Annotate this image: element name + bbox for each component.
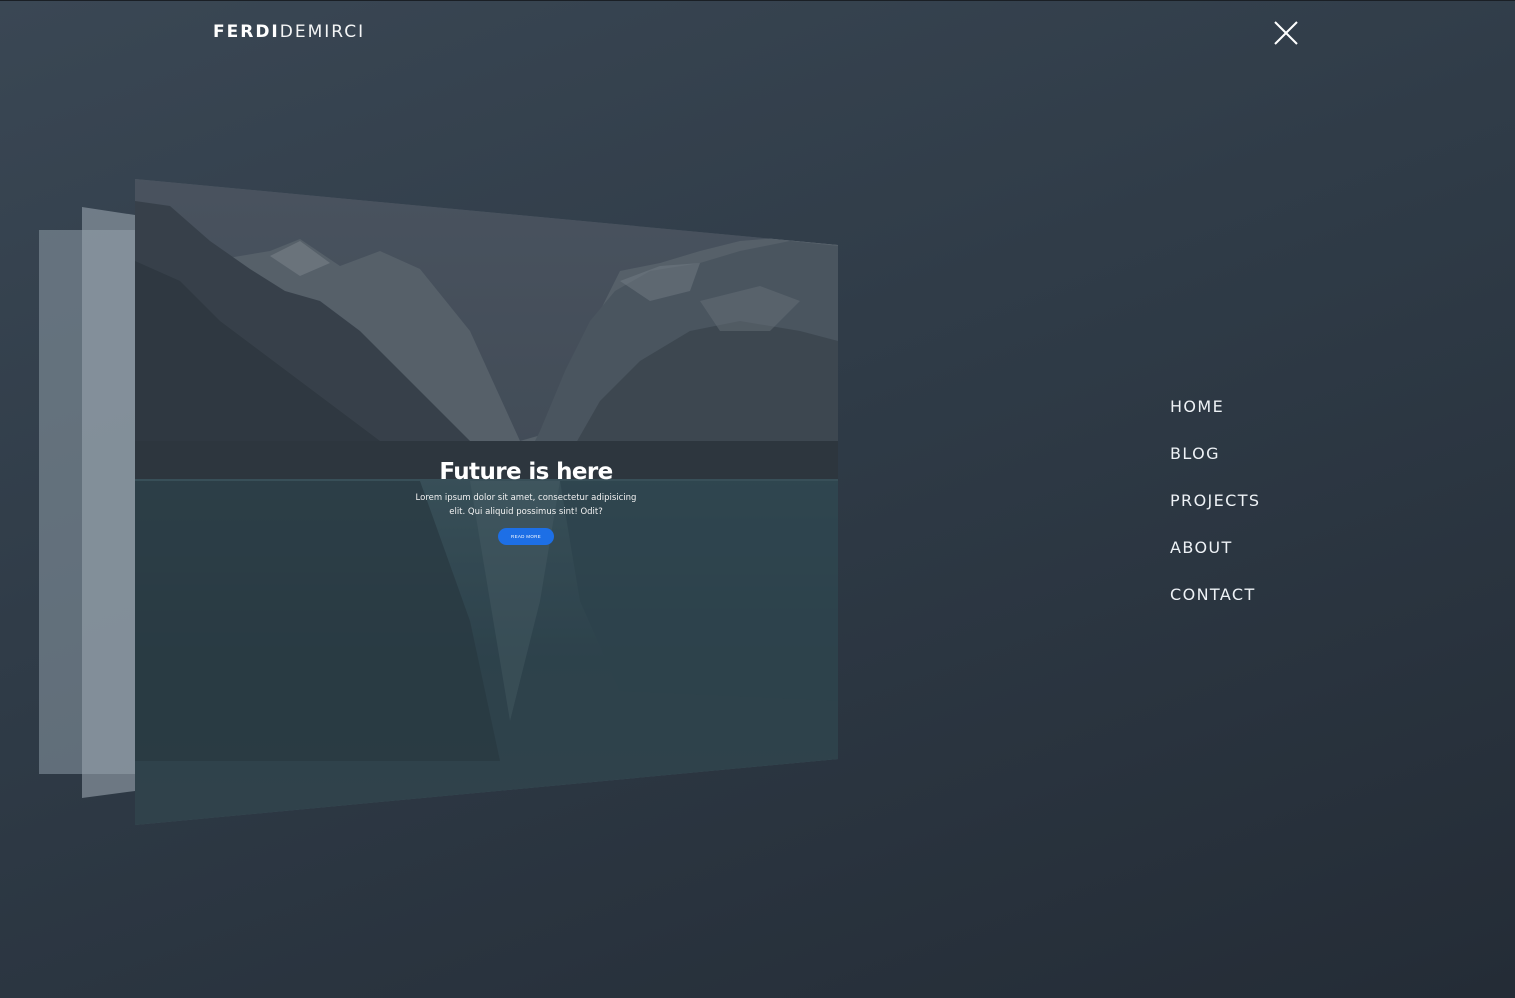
main-nav: HOME BLOG PROJECTS ABOUT CONTACT [1170,397,1261,632]
nav-item-blog[interactable]: BLOG [1170,444,1261,491]
slide-layer-middle [82,207,135,798]
nav-item-projects[interactable]: PROJECTS [1170,491,1261,538]
close-icon [1274,21,1298,45]
nav-item-home[interactable]: HOME [1170,397,1261,444]
slide-stack: Future is here Lorem ipsum dolor sit ame… [0,1,900,861]
slide-preview-image [39,179,838,825]
slide-caption: Future is here Lorem ipsum dolor sit ame… [392,459,660,545]
nav-item-about[interactable]: ABOUT [1170,538,1261,585]
nav-item-contact[interactable]: CONTACT [1170,585,1261,632]
read-more-button[interactable]: READ MORE [498,528,554,545]
slide-title: Future is here [439,459,613,485]
close-menu-button[interactable] [1270,17,1302,49]
slide-description: Lorem ipsum dolor sit amet, consectetur … [415,493,637,517]
